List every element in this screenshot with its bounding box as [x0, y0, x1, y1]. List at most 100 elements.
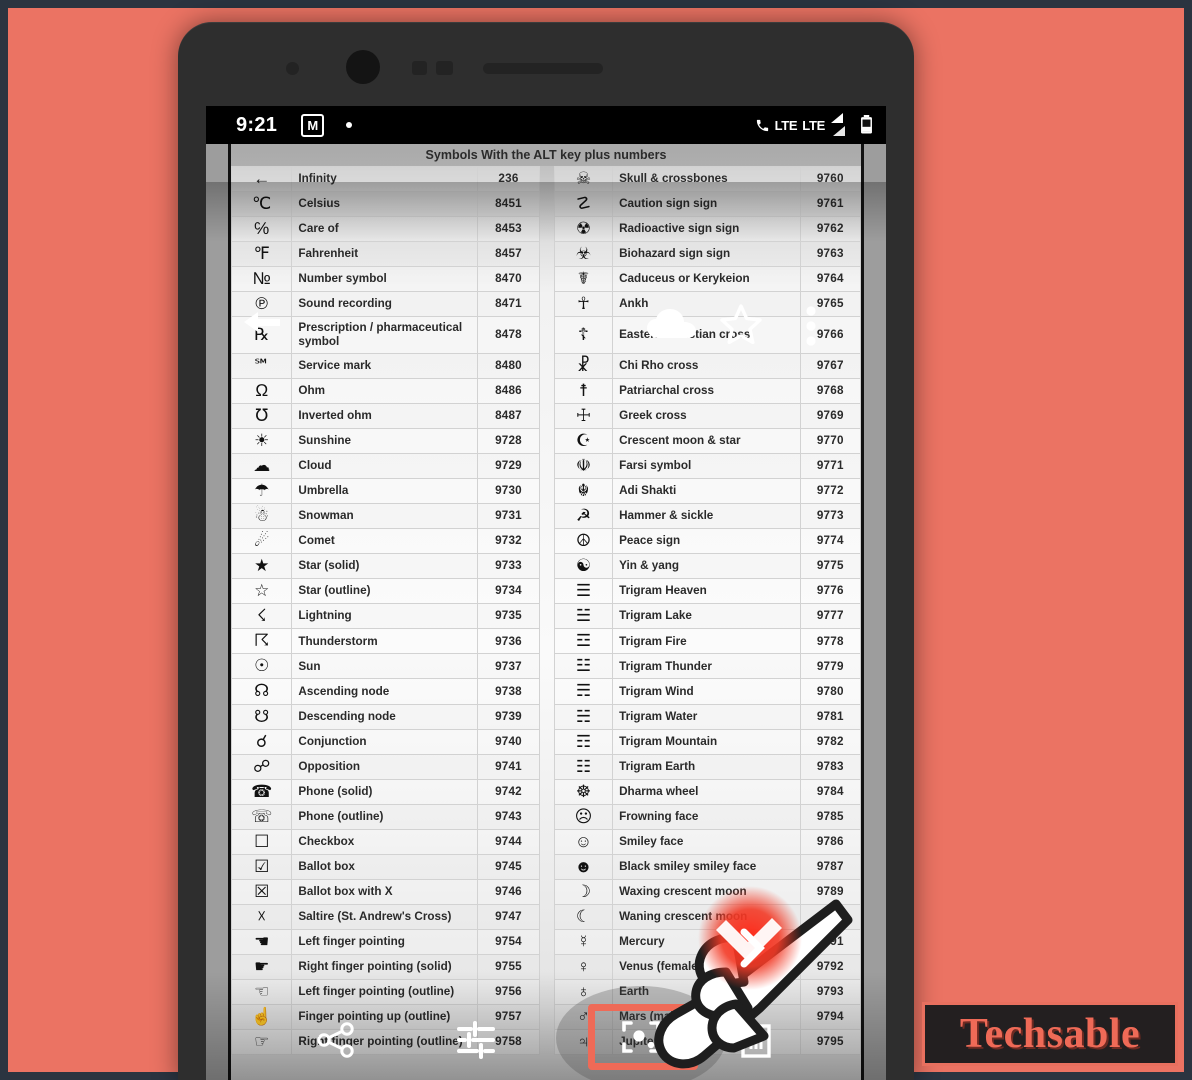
symbol-glyph: ℃	[230, 191, 293, 218]
table-row: ☍ Opposition 9741 ☷ Trigram Earth 9783	[230, 753, 862, 780]
symbol-code: 9772	[799, 478, 862, 505]
column-gap	[539, 316, 555, 354]
status-clock: 9:21	[236, 113, 278, 136]
symbol-name: Skull & crossbones	[612, 165, 801, 193]
symbol-glyph: ☎	[230, 778, 293, 805]
symbol-code: 9729	[476, 453, 541, 480]
symbol-glyph: ☐	[230, 828, 293, 855]
table-row: ☄ Comet 9732 ☮ Peace sign 9774	[230, 528, 862, 555]
column-gap	[539, 191, 555, 217]
symbol-name: Ohm	[291, 377, 478, 404]
table-row: ☆ Star (outline) 9734 ☰ Trigram Heaven 9776	[230, 578, 862, 605]
symbol-code: 9736	[476, 628, 541, 655]
symbol-code: 8451	[476, 191, 541, 218]
symbol-glyph: ☻	[553, 853, 614, 880]
table-row: ☌ Conjunction 9740 ☶ Trigram Mountain 9782	[230, 728, 862, 755]
symbol-code: 9762	[799, 216, 862, 243]
table-row: ☏ Phone (outline) 9743 ☹ Frowning face 9785	[230, 803, 862, 830]
symbol-glyph: ☒	[230, 878, 293, 905]
table-row: ☃ Snowman 9731 ☭ Hammer & sickle 9773	[230, 503, 862, 530]
symbol-name: Trigram Mountain	[612, 728, 801, 755]
symbol-code: 8457	[476, 241, 541, 268]
adjust-button[interactable]	[452, 1016, 500, 1064]
symbol-code: 8478	[476, 316, 541, 354]
symbol-glyph: ★	[230, 553, 293, 580]
symbol-name: Prescription / pharmaceutical symbol	[291, 316, 478, 354]
symbol-code: 8480	[476, 352, 541, 379]
symbol-name: Ballot box with X	[291, 878, 478, 905]
column-gap	[539, 879, 555, 905]
symbol-name: Service mark	[291, 352, 478, 379]
network-type-2: LTE	[802, 117, 825, 133]
symbol-glyph: ☹	[553, 803, 614, 830]
cloud-sync-button[interactable]	[646, 308, 698, 346]
table-row: ☐ Checkbox 9744 ☺ Smiley face 9786	[230, 828, 862, 855]
symbol-code: 9740	[476, 728, 541, 755]
symbol-glyph: ☀	[230, 428, 293, 455]
symbol-glyph: ☮	[553, 528, 614, 555]
table-row: ★ Star (solid) 9733 ☯ Yin & yang 9775	[230, 553, 862, 580]
symbol-code: 9735	[476, 603, 541, 630]
symbol-code: 9780	[799, 678, 862, 705]
symbol-glyph: ☷	[553, 753, 614, 780]
table-row: ← Infinity 236 ☠ Skull & crossbones 9760	[230, 165, 862, 193]
symbol-code: 236	[476, 165, 541, 193]
network-type-1: LTE	[774, 117, 798, 133]
symbol-code: 9734	[476, 578, 541, 605]
symbol-code: 9777	[799, 603, 862, 630]
symbol-glyph: ☄	[230, 528, 293, 555]
symbol-code: 8486	[476, 377, 541, 404]
symbol-name: Conjunction	[291, 728, 478, 755]
symbol-name: Inverted ohm	[291, 402, 478, 430]
symbol-name: Trigram Lake	[612, 603, 801, 630]
symbol-name: Right finger pointing (solid)	[291, 953, 478, 981]
symbol-name: Adi Shakti	[612, 478, 801, 505]
symbol-code: 9747	[476, 903, 541, 930]
symbol-code: 9774	[799, 528, 862, 555]
symbol-name: Trigram Water	[612, 703, 801, 730]
symbol-glyph: ☬	[553, 478, 614, 505]
column-gap	[539, 754, 555, 780]
symbol-code: 9776	[799, 578, 862, 605]
symbol-name: Care of	[291, 216, 478, 243]
symbol-glyph: ☚	[230, 928, 293, 956]
symbol-name: Saltire (St. Andrew's Cross)	[291, 903, 478, 930]
column-gap	[539, 503, 555, 529]
table-row: ☑ Ballot box 9745 ☻ Black smiley smiley face…	[230, 853, 862, 880]
symbol-code: 9737	[476, 653, 541, 680]
table-row: ☎ Phone (solid) 9742 ☸ Dharma wheel 9784	[230, 778, 862, 805]
table-row: ☉ Sun 9737 ☳ Trigram Thunder 9779	[230, 653, 862, 680]
symbol-code: 9773	[799, 503, 862, 530]
symbol-glyph: ☢	[553, 216, 614, 243]
symbol-glyph: ℧	[230, 402, 293, 430]
symbol-name: Crescent moon & star	[612, 428, 801, 455]
symbol-glyph: ☇	[230, 603, 293, 630]
techsable-watermark: Techsable	[922, 1002, 1178, 1066]
symbol-name: Infinity	[291, 165, 478, 193]
table-row: ☇ Lightning 9735 ☱ Trigram Lake 9777	[230, 603, 862, 630]
symbol-code: 8453	[476, 216, 541, 243]
symbol-name: Peace sign	[612, 528, 801, 555]
symbol-code: 9730	[476, 478, 541, 505]
more-options-button[interactable]	[804, 306, 818, 351]
symbol-code: 9746	[476, 878, 541, 905]
symbol-glyph: ☽	[553, 878, 614, 905]
table-row: ☋ Descending node 9739 ☵ Trigram Water 9781	[230, 703, 862, 730]
table-row: ☊ Ascending node 9738 ☴ Trigram Wind 9780	[230, 678, 862, 705]
share-icon	[317, 1022, 354, 1058]
column-gap	[539, 653, 555, 679]
symbol-glyph: ☴	[553, 678, 614, 705]
symbol-code: 8470	[476, 266, 541, 293]
symbol-glyph: ☰	[553, 578, 614, 605]
favorite-button[interactable]	[719, 302, 763, 351]
symbol-glyph: ☥	[553, 291, 614, 318]
table-row: ℃ Celsius 8451 ☡ Caution sign sign 9761	[230, 191, 862, 218]
symbol-code: 8487	[476, 402, 541, 430]
symbol-name: Patriarchal cross	[612, 377, 801, 404]
back-button[interactable]	[240, 306, 282, 345]
symbol-glyph: ☌	[230, 728, 293, 755]
symbol-code: 9770	[799, 428, 862, 455]
symbol-code: 9787	[799, 853, 862, 880]
share-button[interactable]	[312, 1016, 360, 1064]
symbol-code: 9738	[476, 678, 541, 705]
